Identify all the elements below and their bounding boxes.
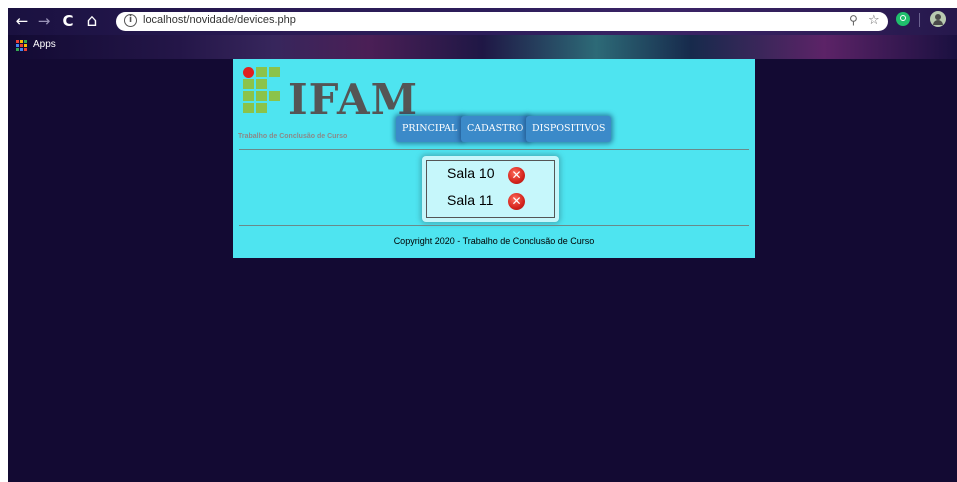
apps-bookmark-label[interactable]: Apps bbox=[33, 39, 56, 50]
device-list-panel: Sala 10 ✕ Sala 11 ✕ bbox=[422, 156, 559, 222]
logo-block bbox=[256, 67, 267, 77]
site-info-icon[interactable]: i bbox=[124, 14, 137, 27]
url-text[interactable]: localhost/novidade/devices.php bbox=[143, 14, 296, 26]
menu-principal-label: PRINCIPAL bbox=[402, 123, 458, 134]
home-button[interactable]: ⌂ bbox=[82, 11, 102, 31]
menu-principal-button[interactable]: PRINCIPAL bbox=[396, 116, 464, 142]
address-bar[interactable]: i localhost/novidade/devices.php ⚲ ☆ bbox=[116, 12, 888, 31]
forward-arrow-icon: → bbox=[37, 12, 51, 30]
back-arrow-icon: ← bbox=[15, 12, 29, 30]
device-item: Sala 11 bbox=[447, 192, 493, 208]
back-button[interactable]: ← bbox=[12, 11, 32, 31]
header-divider bbox=[239, 149, 749, 150]
bookmarks-bar: Apps bbox=[8, 35, 957, 59]
reload-icon: C bbox=[62, 12, 74, 30]
logo-block bbox=[256, 103, 267, 113]
logo-block bbox=[243, 103, 254, 113]
delete-device-icon[interactable]: ✕ bbox=[508, 193, 525, 210]
copyright-footer: Copyright 2020 - Trabalho de Conclusão d… bbox=[393, 236, 595, 246]
apps-grid-icon[interactable] bbox=[16, 40, 27, 51]
menu-cadastro-label: CADASTRO bbox=[467, 123, 524, 134]
menu-cadastro-button[interactable]: CADASTRO bbox=[461, 116, 530, 142]
device-name: Sala 10 bbox=[447, 165, 495, 181]
browser-toolbar: ← → C ⌂ i localhost/novidade/devices.php… bbox=[8, 8, 957, 35]
grammarly-extension-icon[interactable] bbox=[896, 12, 910, 26]
toolbar-divider bbox=[919, 13, 920, 27]
bookmark-star-icon[interactable]: ☆ bbox=[868, 13, 880, 28]
browser-window: ← → C ⌂ i localhost/novidade/devices.php… bbox=[8, 8, 957, 482]
reload-button[interactable]: C bbox=[58, 11, 78, 31]
delete-device-icon[interactable]: ✕ bbox=[508, 167, 525, 184]
logo-block bbox=[256, 79, 267, 89]
logo-block bbox=[269, 67, 280, 77]
device-item: Sala 10 bbox=[447, 165, 494, 181]
logo-block bbox=[243, 79, 254, 89]
page-content: IFAM Trabalho de Conclusão de Curso PRIN… bbox=[233, 59, 755, 258]
logo-block bbox=[256, 91, 267, 101]
menu-dispositivos-button[interactable]: DISPOSITIVOS bbox=[526, 116, 612, 142]
device-list: Sala 10 ✕ Sala 11 ✕ bbox=[426, 160, 555, 218]
logo-block bbox=[243, 91, 254, 101]
forward-button[interactable]: → bbox=[34, 11, 54, 31]
logo-block bbox=[269, 91, 280, 101]
footer-divider bbox=[239, 225, 749, 226]
site-subtitle: Trabalho de Conclusão de Curso bbox=[238, 133, 348, 140]
profile-avatar-icon[interactable] bbox=[930, 11, 946, 27]
device-name: Sala 11 bbox=[447, 192, 494, 208]
zoom-icon[interactable]: ⚲ bbox=[849, 13, 858, 27]
home-icon: ⌂ bbox=[86, 11, 98, 31]
menu-dispositivos-label: DISPOSITIVOS bbox=[532, 123, 606, 134]
logo-red-dot bbox=[243, 67, 254, 78]
